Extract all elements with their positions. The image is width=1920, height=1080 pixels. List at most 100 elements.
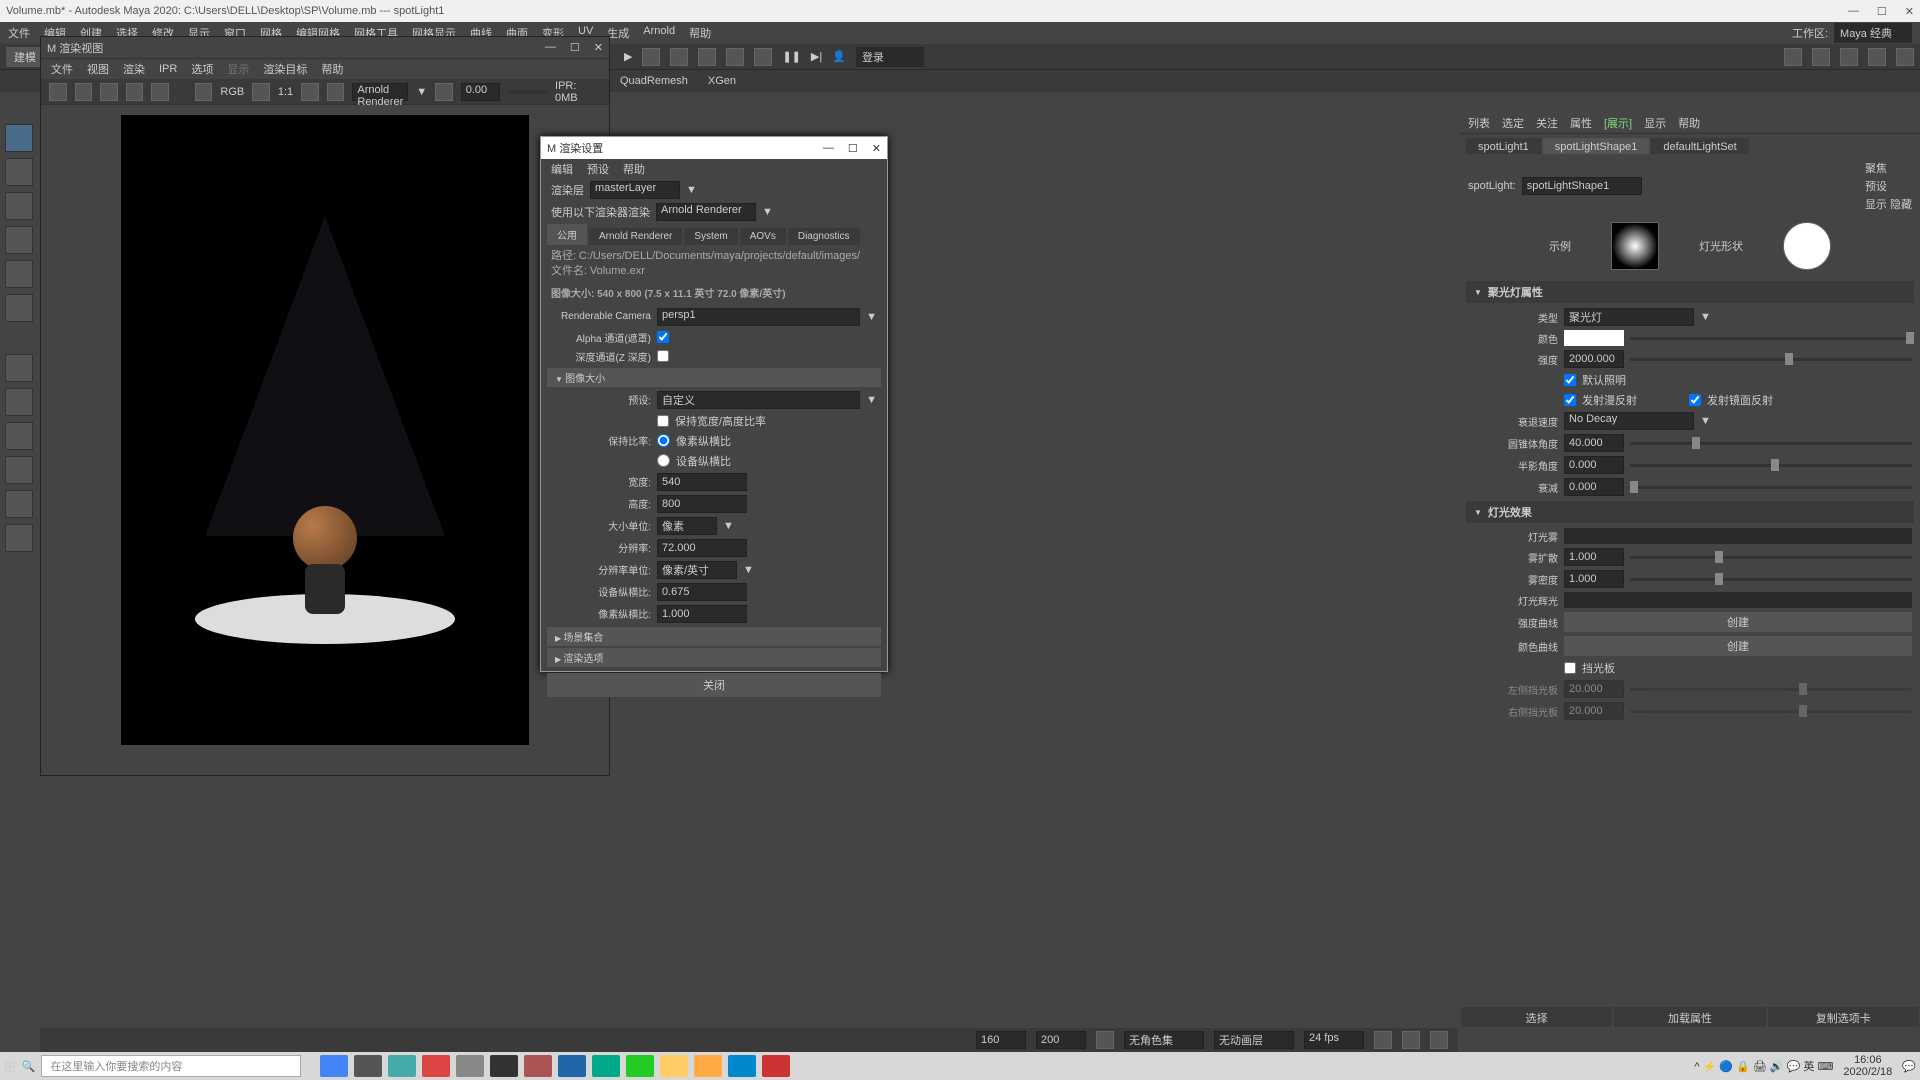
copy-tab-button[interactable]: 复制选项卡: [1767, 1006, 1920, 1028]
app-obs[interactable]: [490, 1055, 518, 1077]
shelf-btn[interactable]: [726, 48, 744, 66]
exposure-input[interactable]: 0.00: [461, 83, 500, 101]
section-opts[interactable]: 渲染选项: [547, 648, 881, 667]
panel-tab[interactable]: 属性: [1570, 115, 1592, 131]
layout-tool[interactable]: [5, 388, 33, 416]
layout-tool[interactable]: [5, 490, 33, 518]
app-todo[interactable]: [422, 1055, 450, 1077]
node-tab[interactable]: spotLight1: [1466, 138, 1541, 154]
panel-tab[interactable]: 帮助: [1678, 115, 1700, 131]
decay-select[interactable]: No Decay: [1564, 412, 1694, 430]
select-tool[interactable]: [5, 124, 33, 152]
preset-select[interactable]: 自定义: [657, 391, 860, 409]
notifications-icon[interactable]: 💬: [1902, 1060, 1916, 1073]
app-edge[interactable]: [728, 1055, 756, 1077]
cortana-icon[interactable]: ○: [307, 1060, 314, 1072]
penumbra-slider[interactable]: [1630, 457, 1912, 473]
prefs-icon[interactable]: [1430, 1031, 1448, 1049]
fog-spread-input[interactable]: [1564, 548, 1624, 566]
renderer-select[interactable]: Arnold Renderer: [656, 203, 756, 221]
section-fx[interactable]: 灯光效果: [1466, 501, 1914, 523]
exposure-icon[interactable]: [435, 83, 453, 101]
create-button[interactable]: 创建: [1564, 636, 1912, 656]
app-mail[interactable]: [762, 1055, 790, 1077]
app-maya[interactable]: [592, 1055, 620, 1077]
search-input[interactable]: 在这里输入你要搜索的内容: [41, 1055, 301, 1077]
color-slider[interactable]: [1630, 330, 1912, 346]
panel-tab[interactable]: 选定: [1502, 115, 1524, 131]
shelf-icon[interactable]: [1840, 48, 1858, 66]
app-calc[interactable]: [354, 1055, 382, 1077]
panel-tab[interactable]: [展示]: [1604, 115, 1632, 131]
device-ratio-radio[interactable]: [657, 454, 670, 467]
preset-button[interactable]: 预设: [1865, 178, 1912, 194]
layout-tool[interactable]: [5, 422, 33, 450]
renderer-select[interactable]: Arnold Renderer: [352, 83, 408, 101]
manip-tool[interactable]: [5, 294, 33, 322]
cone-slider[interactable]: [1630, 435, 1912, 451]
dropoff-input[interactable]: [1564, 478, 1624, 496]
app-chrome[interactable]: [320, 1055, 348, 1077]
render-region-icon[interactable]: [75, 83, 93, 101]
fog-spread-slider[interactable]: [1630, 549, 1912, 565]
panel-tab[interactable]: 列表: [1468, 115, 1490, 131]
diffuse-checkbox[interactable]: [1564, 394, 1576, 406]
close-icon[interactable]: ✕: [872, 142, 881, 155]
layout-tool[interactable]: [5, 456, 33, 484]
pixel-ratio-radio[interactable]: [657, 434, 670, 447]
select-button[interactable]: 选择: [1460, 1006, 1613, 1028]
menu-item[interactable]: 生成: [607, 25, 629, 41]
shelf-icon[interactable]: [1896, 48, 1914, 66]
panel-tab[interactable]: 显示: [1644, 115, 1666, 131]
app-snip[interactable]: [388, 1055, 416, 1077]
channel-icon[interactable]: [252, 83, 270, 101]
layout-tool[interactable]: [5, 524, 33, 552]
maximize-icon[interactable]: ☐: [570, 41, 580, 54]
panel-tab[interactable]: 关注: [1536, 115, 1558, 131]
create-button[interactable]: 创建: [1564, 612, 1912, 632]
shelf-icon[interactable]: [1868, 48, 1886, 66]
shelf-tab[interactable]: QuadRemesh: [620, 75, 688, 87]
menu-item[interactable]: 文件: [51, 61, 73, 77]
rgb-label[interactable]: RGB: [220, 86, 244, 98]
audio-icon[interactable]: [1402, 1031, 1420, 1049]
snapshot-icon[interactable]: [100, 83, 118, 101]
section-scene[interactable]: 场景集合: [547, 627, 881, 646]
light-glow-map[interactable]: [1564, 592, 1912, 608]
options-icon[interactable]: [195, 83, 213, 101]
tab-公用[interactable]: 公用: [547, 224, 587, 245]
maximize-icon[interactable]: ☐: [1877, 5, 1887, 18]
refresh-icon[interactable]: [151, 83, 169, 101]
camera-select[interactable]: persp1: [657, 308, 860, 326]
specular-checkbox[interactable]: [1689, 394, 1701, 406]
dev-input[interactable]: [657, 583, 747, 601]
illum-checkbox[interactable]: [1564, 374, 1576, 386]
menu-item[interactable]: 文件: [8, 25, 30, 41]
app-explorer[interactable]: [660, 1055, 688, 1077]
close-icon[interactable]: ✕: [594, 41, 603, 54]
move-tool[interactable]: [5, 192, 33, 220]
clock-time[interactable]: 16:06: [1843, 1054, 1892, 1066]
fps-select[interactable]: 24 fps: [1304, 1031, 1364, 1049]
cone-input[interactable]: [1564, 434, 1624, 452]
alpha-checkbox[interactable]: [657, 331, 669, 343]
intensity-slider[interactable]: [1630, 351, 1912, 367]
intensity-input[interactable]: [1564, 350, 1624, 368]
focus-button[interactable]: 聚焦: [1865, 160, 1912, 176]
rotate-tool[interactable]: [5, 226, 33, 254]
pix-input[interactable]: [657, 605, 747, 623]
shelf-btn[interactable]: [670, 48, 688, 66]
char-set-select[interactable]: 无角色集: [1124, 1031, 1204, 1049]
scale-tool[interactable]: [5, 260, 33, 288]
range-start-input[interactable]: [976, 1031, 1026, 1049]
node-tab[interactable]: defaultLightSet: [1651, 138, 1748, 154]
shelf-btn[interactable]: [754, 48, 772, 66]
barn-doors-checkbox[interactable]: [1564, 662, 1576, 674]
keep-ratio-checkbox[interactable]: [657, 415, 669, 427]
node-tab[interactable]: spotLightShape1: [1543, 138, 1650, 154]
shelf-tab[interactable]: XGen: [708, 75, 736, 87]
load-button[interactable]: 加载属性: [1613, 1006, 1766, 1028]
unit-select[interactable]: 像素: [657, 517, 717, 535]
exposure-slider[interactable]: [508, 90, 547, 94]
anim-layer-select[interactable]: 无动画层: [1214, 1031, 1294, 1049]
